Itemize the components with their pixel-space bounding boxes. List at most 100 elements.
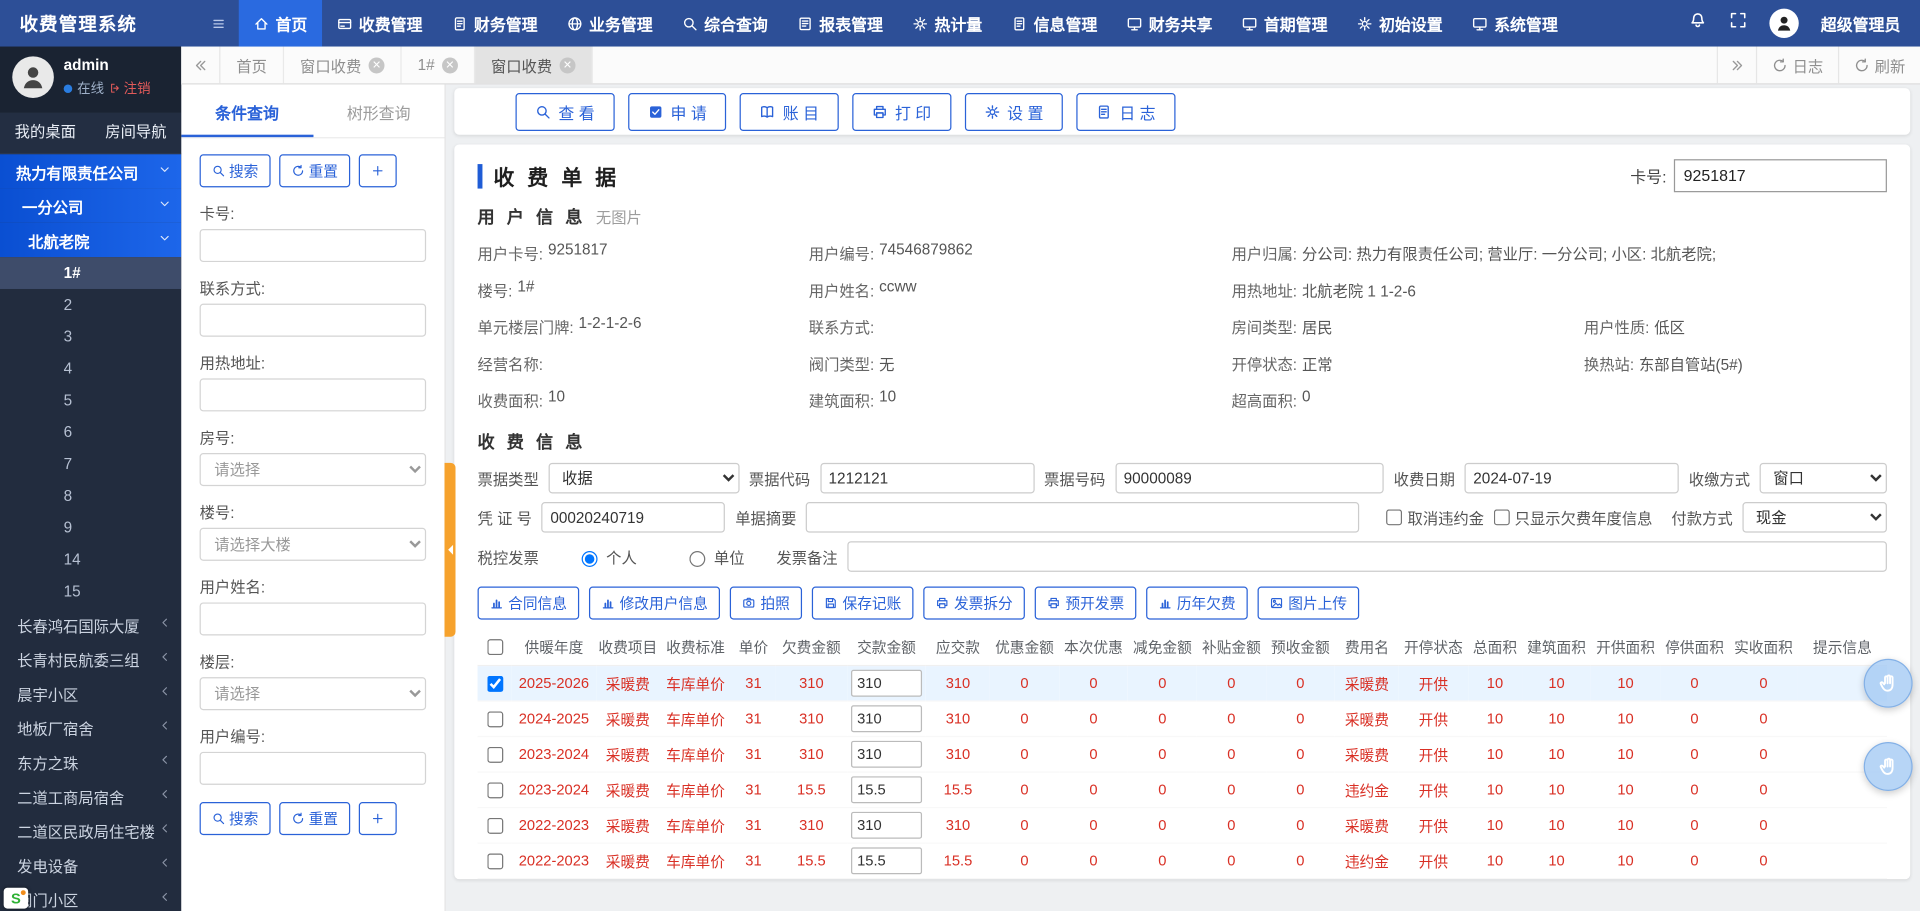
action-button-发票拆分[interactable]: 发票拆分 xyxy=(923,587,1025,620)
fee-date-input[interactable] xyxy=(1465,463,1679,494)
action-button-修改用户信息[interactable]: 修改用户信息 xyxy=(589,587,720,620)
row-checkbox[interactable] xyxy=(487,746,503,762)
card-no-input[interactable] xyxy=(1674,159,1887,192)
tree-node-一分公司[interactable]: 一分公司 xyxy=(0,189,181,223)
tree-node-北航老院[interactable]: 北航老院 xyxy=(0,223,181,257)
page-tab-3[interactable]: 窗口收费✕ xyxy=(475,47,593,84)
column-header-开停状态[interactable]: 开停状态 xyxy=(1399,629,1468,665)
column-header-预收金额[interactable]: 预收金额 xyxy=(1266,629,1335,665)
notification-bell-icon[interactable] xyxy=(1689,11,1707,35)
nav-item-首期管理[interactable]: 首期管理 xyxy=(1227,0,1342,47)
field-input-联系方式:[interactable] xyxy=(200,304,427,337)
tab-close-icon[interactable]: ✕ xyxy=(442,57,458,73)
tree-node-7[interactable]: 7 xyxy=(0,448,181,480)
floating-hand-button-2[interactable] xyxy=(1864,742,1913,791)
ticket-code-input[interactable] xyxy=(820,463,1034,494)
filter-tab-条件查询[interactable]: 条件查询 xyxy=(181,100,313,137)
filter-add-button[interactable] xyxy=(359,154,397,187)
invoice-note-input[interactable] xyxy=(847,541,1887,572)
only-arrears-checkbox[interactable] xyxy=(1494,509,1510,525)
log-button[interactable]: 日志 xyxy=(1756,47,1838,84)
action-button-合同信息[interactable]: 合同信息 xyxy=(478,587,580,620)
floating-hand-button-1[interactable] xyxy=(1864,659,1913,708)
filter-search-button[interactable]: 搜索 xyxy=(200,154,271,187)
toolbar-button-查看[interactable]: 查 看 xyxy=(516,92,615,130)
nav-item-首页[interactable]: 首页 xyxy=(239,0,322,47)
row-checkbox[interactable] xyxy=(487,853,503,869)
pay-amount-input[interactable] xyxy=(851,812,922,839)
tree-node-3[interactable]: 3 xyxy=(0,321,181,353)
field-input-用户编号:[interactable] xyxy=(200,752,427,785)
column-header-减免金额[interactable]: 减免金额 xyxy=(1128,629,1197,665)
nav-item-初始设置[interactable]: 初始设置 xyxy=(1342,0,1457,47)
pay-amount-input[interactable] xyxy=(851,776,922,803)
scroll-tabs-left-icon[interactable] xyxy=(181,47,220,84)
filter-add-button[interactable] xyxy=(359,802,397,835)
pay-amount-input[interactable] xyxy=(851,741,922,768)
column-header-收费标准[interactable]: 收费标准 xyxy=(660,629,731,665)
column-header-总面积[interactable]: 总面积 xyxy=(1468,629,1522,665)
tree-node-东方之珠[interactable]: 东方之珠 xyxy=(0,744,181,778)
filter-reset-button[interactable]: 重置 xyxy=(279,802,350,835)
nav-item-热计量[interactable]: 热计量 xyxy=(898,0,997,47)
action-button-预开发票[interactable]: 预开发票 xyxy=(1035,587,1137,620)
row-checkbox[interactable] xyxy=(487,711,503,727)
row-checkbox[interactable] xyxy=(487,675,503,691)
row-checkbox[interactable] xyxy=(487,782,503,798)
tree-node-二道工商局宿舍[interactable]: 二道工商局宿舍 xyxy=(0,779,181,813)
column-header-建筑面积[interactable]: 建筑面积 xyxy=(1522,629,1591,665)
action-button-图片上传[interactable]: 图片上传 xyxy=(1258,587,1360,620)
nav-item-系统管理[interactable]: 系统管理 xyxy=(1457,0,1572,47)
personal-radio-option[interactable]: 个人 xyxy=(576,545,637,568)
tree-node-地板厂宿舍[interactable]: 地板厂宿舍 xyxy=(0,710,181,744)
column-header-开供面积[interactable]: 开供面积 xyxy=(1591,629,1660,665)
tree-node-4[interactable]: 4 xyxy=(0,353,181,385)
voucher-input[interactable] xyxy=(542,502,726,533)
menu-toggle-button[interactable] xyxy=(198,0,238,47)
pay-amount-input[interactable] xyxy=(851,705,922,732)
column-header-欠费金额[interactable]: 欠费金额 xyxy=(776,629,847,665)
sidebar-tab-房间导航[interactable]: 房间导航 xyxy=(91,113,182,153)
nav-item-业务管理[interactable]: 业务管理 xyxy=(552,0,667,47)
field-select-楼号:[interactable]: 请选择大楼 xyxy=(200,528,427,561)
tree-node-2[interactable]: 2 xyxy=(0,289,181,321)
cancel-penalty-checkbox[interactable] xyxy=(1387,509,1403,525)
column-header-应交款[interactable]: 应交款 xyxy=(926,629,990,665)
tree-node-长春鸿石国际大厦[interactable]: 长春鸿石国际大厦 xyxy=(0,607,181,641)
column-header-优惠金额[interactable]: 优惠金额 xyxy=(990,629,1059,665)
personal-radio[interactable] xyxy=(582,550,598,566)
collect-method-select[interactable]: 窗口 xyxy=(1760,463,1887,494)
toolbar-button-设置[interactable]: 设 置 xyxy=(964,92,1063,130)
column-header-交款金额[interactable]: 交款金额 xyxy=(847,629,926,665)
tree-node-1#[interactable]: 1# xyxy=(0,257,181,289)
nav-item-财务共享[interactable]: 财务共享 xyxy=(1112,0,1227,47)
nav-item-信息管理[interactable]: 信息管理 xyxy=(997,0,1112,47)
column-header-停供面积[interactable]: 停供面积 xyxy=(1660,629,1729,665)
column-header-供暖年度[interactable]: 供暖年度 xyxy=(512,629,596,665)
page-tab-2[interactable]: 1#✕ xyxy=(402,47,475,84)
column-header-补贴金额[interactable]: 补贴金额 xyxy=(1197,629,1266,665)
ticket-type-select[interactable]: 收据 xyxy=(549,463,740,494)
action-button-拍照[interactable]: 拍照 xyxy=(730,587,802,620)
pay-amount-input[interactable] xyxy=(851,670,922,697)
cancel-penalty-option[interactable]: 取消违约金 xyxy=(1387,506,1484,529)
payment-method-select[interactable]: 现金 xyxy=(1742,502,1886,533)
tree-node-5[interactable]: 5 xyxy=(0,384,181,416)
pay-amount-input[interactable] xyxy=(851,847,922,874)
nav-item-报表管理[interactable]: 报表管理 xyxy=(783,0,898,47)
column-header-提示信息[interactable]: 提示信息 xyxy=(1798,629,1887,665)
browser-taskbar-icon[interactable]: S xyxy=(4,888,28,909)
nav-item-收费管理[interactable]: 收费管理 xyxy=(322,0,437,47)
toolbar-button-账目[interactable]: 账 目 xyxy=(740,92,839,130)
action-button-历年欠费[interactable]: 历年欠费 xyxy=(1146,587,1248,620)
tree-node-二道区民政局住宅楼[interactable]: 二道区民政局住宅楼 xyxy=(0,813,181,847)
tree-node-晨宇小区[interactable]: 晨宇小区 xyxy=(0,676,181,710)
sidebar-tab-我的桌面[interactable]: 我的桌面 xyxy=(0,113,91,153)
select-all-checkbox[interactable] xyxy=(487,639,503,655)
user-avatar[interactable] xyxy=(1769,9,1798,38)
toolbar-button-日志[interactable]: 日 志 xyxy=(1076,92,1175,130)
tree-node-6[interactable]: 6 xyxy=(0,416,181,448)
field-select-楼层:[interactable]: 请选择 xyxy=(200,677,427,710)
refresh-button[interactable]: 刷新 xyxy=(1838,47,1920,84)
filter-tab-树形查询[interactable]: 树形查询 xyxy=(313,100,445,137)
